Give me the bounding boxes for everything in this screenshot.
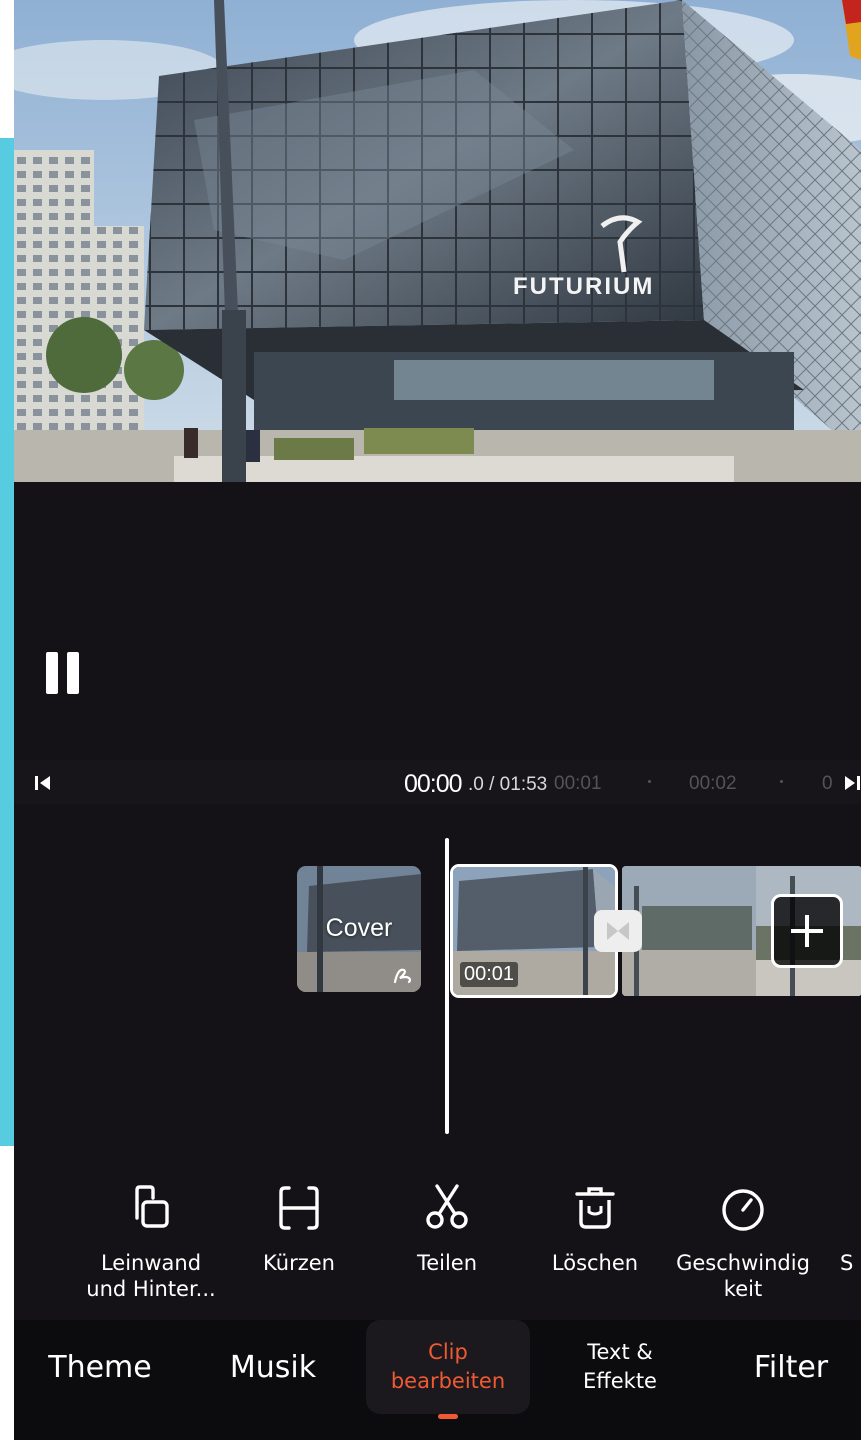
tool-label: Teilen	[416, 1251, 478, 1275]
building-sign: FUTURIUM	[513, 273, 654, 300]
playhead[interactable]	[445, 838, 449, 1134]
transition-icon	[607, 922, 629, 940]
tool-label: Löschen	[551, 1251, 639, 1275]
preview-image: FUTURIUM	[14, 0, 861, 482]
tool-label: Leinwand und Hinter...	[86, 1251, 216, 1301]
tab-edit-clip[interactable]: Clip bearbeiten	[366, 1320, 530, 1414]
plus-icon	[791, 915, 823, 947]
edit-toolbar: Leinwand und Hinter... Kürzen Teilen Lös…	[14, 1180, 861, 1320]
side-strip	[0, 138, 14, 1146]
bottom-navigation: Theme Musik Clip bearbeiten Text & Effek…	[14, 1320, 861, 1440]
time-ruler: 00:00 .0 / 01:53 00:01 00:02 0	[14, 760, 861, 804]
tool-canvas-background[interactable]: Leinwand und Hinter...	[76, 1180, 226, 1302]
timeline[interactable]: Cover 00:01	[14, 804, 861, 1154]
skip-to-end-icon[interactable]	[842, 772, 861, 794]
tick-dot	[648, 780, 651, 783]
tool-label: Geschwindig keit	[676, 1251, 810, 1301]
current-time: 00:00	[404, 770, 463, 798]
transition-button[interactable]	[594, 910, 642, 952]
video-editor-app: FUTURIUM 00:00 .0 / 01:53 00:01 00:02 0 …	[14, 0, 861, 1440]
tool-delete[interactable]: Löschen	[520, 1180, 670, 1276]
cover-label: Cover	[325, 914, 393, 942]
tab-music[interactable]: Musik	[210, 1320, 336, 1414]
pause-icon-bar	[67, 652, 79, 694]
cover-thumbnail[interactable]: Cover	[297, 866, 421, 992]
time-tick: 00:02	[689, 773, 737, 794]
tick-dot	[780, 780, 783, 783]
tab-filter[interactable]: Filter	[736, 1320, 846, 1414]
add-clip-button[interactable]	[771, 894, 843, 968]
tool-speed[interactable]: Geschwindig keit	[668, 1180, 818, 1302]
tab-theme[interactable]: Theme	[34, 1320, 166, 1414]
pause-icon	[46, 652, 58, 694]
skip-to-start-icon[interactable]	[32, 772, 54, 794]
speed-icon	[722, 1189, 764, 1231]
time-total: .0 / 01:53	[468, 774, 548, 795]
clip-duration: 00:01	[460, 962, 519, 987]
tool-label: Kürzen	[263, 1251, 335, 1275]
selected-clip[interactable]: 00:01	[450, 864, 618, 998]
edit-pen-icon[interactable]	[391, 962, 415, 986]
time-tick: 00:01	[554, 773, 602, 794]
tool-partial[interactable]: S	[816, 1180, 861, 1276]
trash-icon	[575, 1187, 615, 1229]
tab-text-effects[interactable]: Text & Effekte	[560, 1320, 680, 1414]
tool-label: S	[840, 1251, 854, 1275]
player-area	[14, 482, 861, 760]
tool-split[interactable]: Teilen	[372, 1180, 522, 1276]
scissors-icon	[426, 1184, 468, 1229]
time-tick: 0	[822, 773, 833, 794]
active-tab-indicator	[438, 1414, 458, 1419]
trim-icon	[279, 1186, 319, 1230]
canvas-icon	[135, 1185, 169, 1228]
tool-trim[interactable]: Kürzen	[224, 1180, 374, 1276]
video-preview[interactable]: FUTURIUM	[14, 0, 861, 482]
pause-button[interactable]	[46, 652, 84, 696]
